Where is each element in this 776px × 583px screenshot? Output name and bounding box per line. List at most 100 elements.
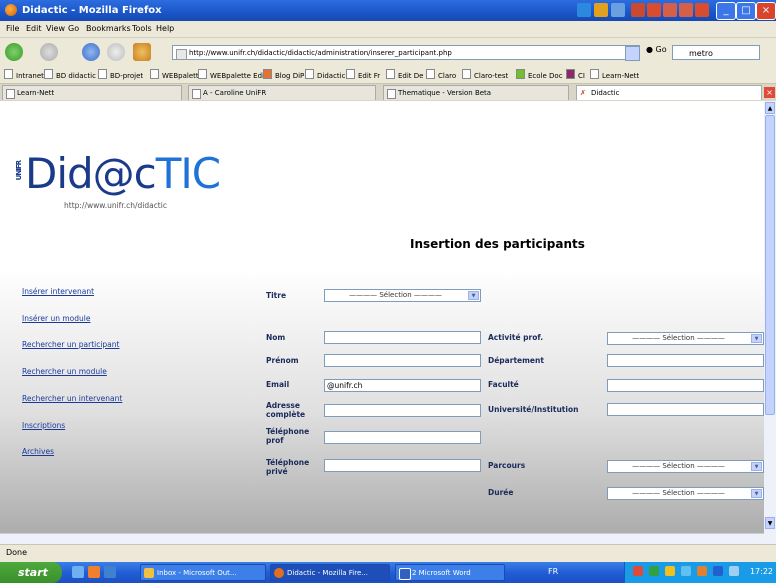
faculte-label: Faculté [488, 380, 519, 389]
tab-caroline-unifr[interactable]: A - Caroline UniFR [188, 85, 376, 100]
menu-tools[interactable]: Tools [132, 24, 152, 33]
menu-edit[interactable]: Edit [26, 24, 42, 33]
quick-launch-icon[interactable] [663, 3, 677, 17]
taskbar: start Inbox - Microsoft Out... Didactic … [0, 562, 776, 583]
parcours-select[interactable]: ———— Sélection ———— ▼ [607, 460, 764, 473]
tab-thematique[interactable]: Thematique - Version Beta [383, 85, 569, 100]
bookmark-item[interactable]: Blog DiP [263, 69, 304, 80]
taskbar-firefox[interactable]: Didactic - Mozilla Fire... [270, 564, 390, 581]
menu-view[interactable]: View [46, 24, 65, 33]
maximize-button[interactable]: □ [736, 2, 756, 20]
forward-icon[interactable] [40, 43, 58, 61]
tray-icon[interactable] [665, 566, 675, 576]
back-icon[interactable] [5, 43, 23, 61]
bookmark-item[interactable]: Learn-Nett [590, 69, 639, 80]
go-button[interactable]: ● Go [646, 45, 667, 54]
sidebar-link-rechercher-module[interactable]: Rechercher un module [22, 367, 107, 376]
start-button[interactable]: start [0, 562, 62, 583]
menu-bookmarks[interactable]: Bookmarks [86, 24, 131, 33]
quick-launch-icon[interactable] [695, 3, 709, 17]
email-field[interactable]: @unifr.ch [324, 379, 481, 392]
tray-icon[interactable] [649, 566, 659, 576]
scroll-down-icon[interactable]: ▼ [765, 517, 775, 529]
search-input[interactable]: metro [672, 45, 760, 60]
bookmark-item[interactable]: Edit Fr [346, 69, 380, 80]
prenom-label: Prénom [266, 356, 299, 365]
close-button[interactable]: × [756, 2, 776, 20]
page-title: Insertion des participants [410, 237, 585, 251]
taskbar-word[interactable]: 2 Microsoft Word [395, 564, 505, 581]
quick-launch-icon[interactable] [577, 3, 591, 17]
bookmark-item[interactable]: BD-projet [98, 69, 143, 80]
activite-select[interactable]: ———— Sélection ———— ▼ [607, 332, 764, 345]
universite-label: Université/Institution [488, 405, 579, 414]
quick-launch-icon[interactable] [647, 3, 661, 17]
tab-didactic[interactable]: ✗ Didactic [576, 85, 762, 100]
bookmark-item[interactable]: Intranet [4, 69, 44, 80]
sidebar-link-inscriptions[interactable]: Inscriptions [22, 421, 65, 430]
titre-select[interactable]: ———— Sélection ———— ▼ [324, 289, 481, 302]
bookmark-item[interactable]: CI [566, 69, 585, 80]
email-label: Email [266, 380, 290, 389]
parcours-label: Parcours [488, 461, 526, 470]
minimize-button[interactable]: _ [716, 2, 736, 20]
duree-select[interactable]: ———— Sélection ———— ▼ [607, 487, 764, 500]
quick-launch-icon[interactable] [88, 566, 100, 578]
tel-prive-field[interactable] [324, 459, 481, 472]
sidebar-link-inserer-intervenant[interactable]: Insérer intervenant [22, 287, 94, 296]
tel-prof-label: Téléphone prof [266, 427, 310, 445]
quick-launch-icon[interactable] [631, 3, 645, 17]
tel-prof-field[interactable] [324, 431, 481, 444]
bookmark-item[interactable]: Didactic [305, 69, 345, 80]
scroll-thumb[interactable] [765, 115, 775, 415]
prenom-field[interactable] [324, 354, 481, 367]
tray-icon[interactable] [729, 566, 739, 576]
taskbar-outlook[interactable]: Inbox - Microsoft Out... [140, 564, 266, 581]
quick-launch-icon[interactable] [104, 566, 116, 578]
adresse-field[interactable] [324, 404, 481, 417]
tel-prive-label: Téléphone privé [266, 458, 310, 476]
bookmark-item[interactable]: Edit De [386, 69, 423, 80]
quick-launch-icon[interactable] [611, 3, 625, 17]
bookmark-item[interactable]: WEBpalette [150, 69, 203, 80]
bookmark-item[interactable]: Ecole Doc [516, 69, 563, 80]
sidebar-link-archives[interactable]: Archives [22, 447, 54, 456]
bookmark-item[interactable]: Claro [426, 69, 456, 80]
didactic-logo: UNIFR Did@cTIC [15, 149, 221, 198]
nom-field[interactable] [324, 331, 481, 344]
menu-help[interactable]: Help [156, 24, 174, 33]
menu-go[interactable]: Go [68, 24, 79, 33]
vertical-scrollbar[interactable]: ▲ ▼ [764, 101, 776, 544]
menu-file[interactable]: File [6, 24, 19, 33]
tray-icon[interactable] [633, 566, 643, 576]
sidebar-link-inserer-module[interactable]: Insérer un module [22, 314, 91, 323]
tray-icon[interactable] [713, 566, 723, 576]
bookmark-item[interactable]: Claro-test [462, 69, 508, 80]
departement-field[interactable] [607, 354, 764, 367]
nom-label: Nom [266, 333, 286, 342]
stop-icon[interactable] [107, 43, 125, 61]
bookmark-item[interactable]: WEBpalette Edit [198, 69, 267, 80]
close-tab-icon[interactable]: × [764, 87, 775, 98]
url-dropdown-icon[interactable] [625, 46, 640, 61]
home-icon[interactable] [133, 43, 151, 61]
tab-learn-nett[interactable]: Learn-Nett [2, 85, 182, 100]
faculte-field[interactable] [607, 379, 764, 392]
quick-launch-icon[interactable] [594, 3, 608, 17]
chevron-down-icon: ▼ [751, 462, 762, 471]
tab-bar: Learn-Nett A - Caroline UniFR Thematique… [0, 84, 776, 102]
sidebar-link-rechercher-intervenant[interactable]: Rechercher un intervenant [22, 394, 122, 403]
quick-launch-icon[interactable] [679, 3, 693, 17]
quick-launch-icon[interactable] [72, 566, 84, 578]
sidebar-link-rechercher-participant[interactable]: Rechercher un participant [22, 340, 119, 349]
status-text: Done [6, 548, 28, 557]
window-title-bar[interactable]: Didactic - Mozilla Firefox _ □ × [0, 0, 776, 21]
language-indicator[interactable]: FR [548, 567, 558, 576]
scroll-up-icon[interactable]: ▲ [765, 102, 775, 114]
reload-icon[interactable] [82, 43, 100, 61]
bookmark-item[interactable]: BD didactic [44, 69, 96, 80]
tray-icon[interactable] [697, 566, 707, 576]
tray-icon[interactable] [681, 566, 691, 576]
universite-field[interactable] [607, 403, 764, 416]
url-input[interactable]: http://www.unifr.ch/didactic/didactic/ad… [172, 45, 640, 60]
